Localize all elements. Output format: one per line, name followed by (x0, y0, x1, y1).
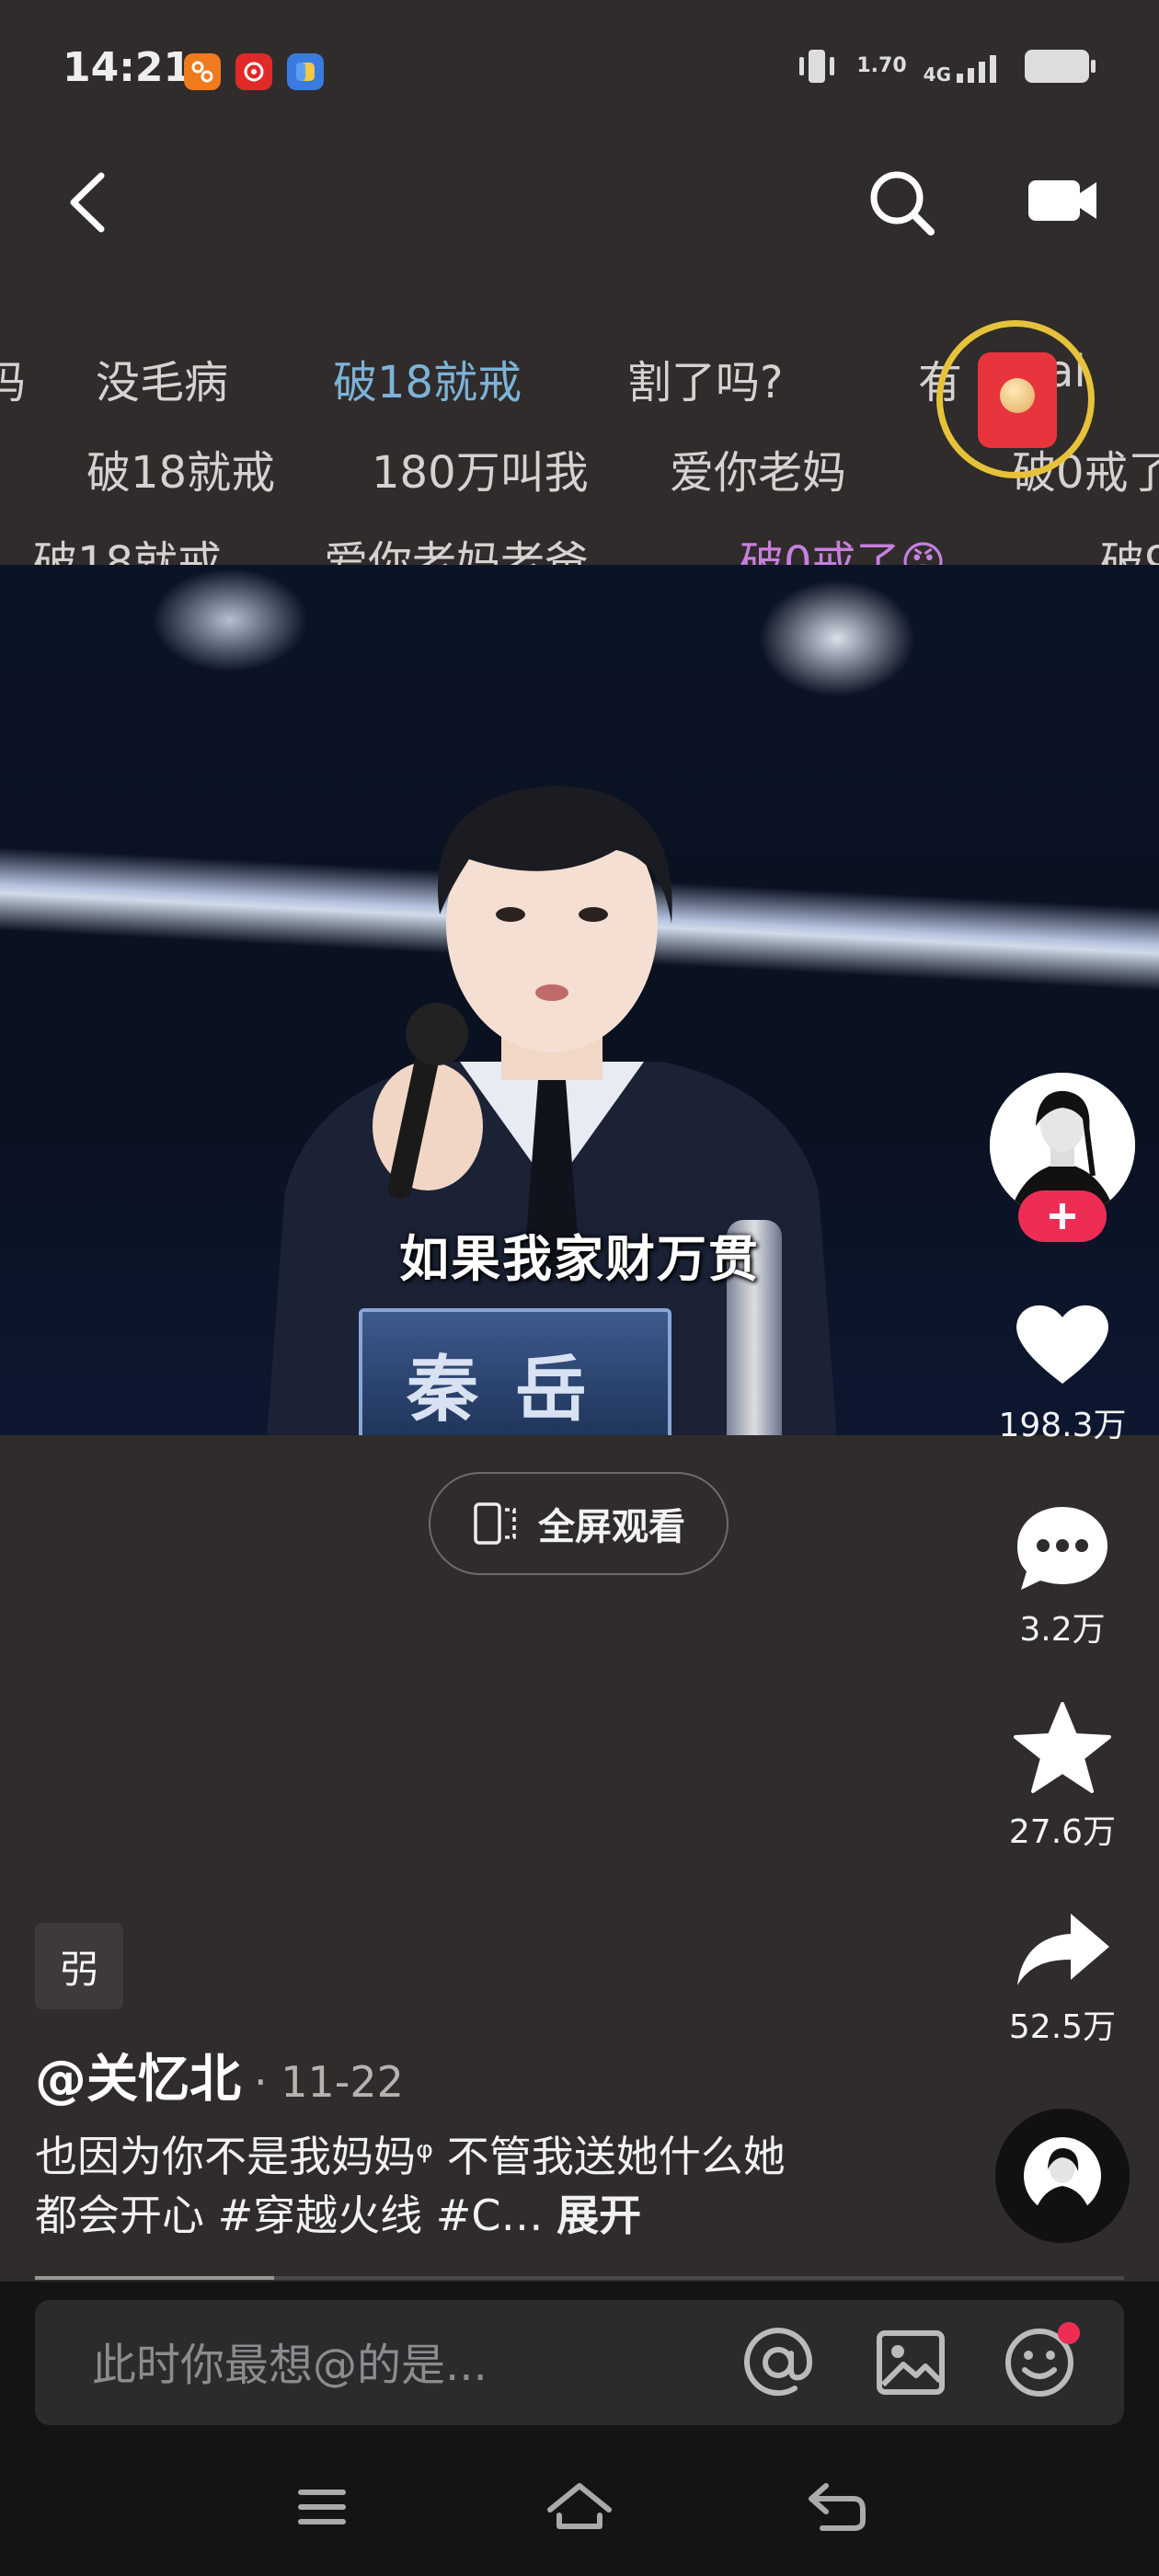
vibrate-icon (799, 50, 835, 83)
signal-icon: 4G (924, 48, 1006, 85)
video-progress-fill (35, 2276, 274, 2280)
mention-button[interactable] (741, 2326, 815, 2399)
comment-input[interactable] (90, 2337, 683, 2394)
plus-icon (1050, 1203, 1075, 1229)
video-player[interactable]: 秦岳 如果我家财万贯 (0, 565, 1159, 1435)
music-disc-button[interactable] (995, 2109, 1130, 2243)
author-name[interactable]: @关忆北 (35, 2038, 241, 2112)
favorite-button[interactable]: 27.6万 (993, 1700, 1131, 1853)
orange-app-icon (184, 53, 221, 90)
danmaku-item: 没毛病 (96, 357, 229, 408)
search-icon (870, 171, 935, 236)
expand-link[interactable]: 展开 (557, 2191, 641, 2240)
danmaku-item: 爱你老妈 (670, 447, 847, 499)
image-button[interactable] (874, 2326, 947, 2399)
danmaku-item-highlight: 破18就戒 (333, 357, 522, 408)
home-icon (547, 2483, 612, 2529)
danmaku-item: 割了吗? (627, 357, 784, 408)
fullscreen-button[interactable]: 全屏观看 (429, 1472, 729, 1575)
comment-button[interactable]: 3.2万 (993, 1501, 1131, 1650)
comment-count: 3.2万 (1019, 1611, 1106, 1649)
danmaku-item: 180万叫我 (372, 447, 589, 499)
like-count: 198.3万 (998, 1407, 1127, 1444)
back-nav-button[interactable] (800, 2475, 874, 2539)
status-time: 14:21 (63, 44, 192, 91)
network-type: 4G (923, 63, 951, 86)
battery-icon (1025, 50, 1096, 83)
at-sign-icon (744, 2328, 813, 2397)
red-packet-icon (978, 352, 1057, 448)
red-packet-button[interactable] (936, 320, 1095, 478)
video-subtitle: 如果我家财万贯 (399, 1230, 760, 1288)
name-plate: 秦岳 (359, 1308, 671, 1435)
menu-nav-button[interactable] (285, 2475, 359, 2539)
danmaku-item: 吗 (0, 357, 27, 408)
status-indicators: 1.70 4G (794, 46, 1096, 86)
back-arrow-icon (70, 172, 105, 233)
fullscreen-label: 全屏观看 (538, 1506, 685, 1548)
caption-text: 也因为你不是我妈妈ᵠ 不管我送她什么她都会开心 #穿越火线 #C… (35, 2132, 786, 2240)
image-icon (877, 2330, 945, 2395)
camera-button[interactable] (1023, 175, 1100, 226)
menu-icon (298, 2490, 346, 2524)
home-nav-button[interactable] (543, 2475, 616, 2539)
blue-app-icon (287, 53, 324, 90)
post-caption: 也因为你不是我妈妈ᵠ 不管我送她什么她都会开心 #穿越火线 #C… 展开 (35, 2127, 798, 2245)
back-button[interactable] (64, 166, 120, 239)
red-music-app-icon (235, 53, 272, 90)
net-speed: 1.70 (856, 56, 906, 76)
danmaku-item: 破18就戒 (86, 447, 276, 499)
favorite-count: 27.6万 (1008, 1813, 1117, 1851)
return-icon (809, 2483, 866, 2531)
net-speed-value: 1.70 (856, 54, 907, 77)
follow-button[interactable] (1018, 1190, 1107, 1242)
name-plate-text: 秦岳 (406, 1349, 624, 1432)
camera-icon (1028, 180, 1096, 221)
rotate-screen-icon (474, 1502, 516, 1545)
share-button[interactable]: 52.5万 (993, 1908, 1131, 2048)
like-button[interactable]: 198.3万 (993, 1297, 1131, 1446)
star-icon (1014, 1702, 1111, 1793)
post-date: · 11-22 (254, 2057, 404, 2107)
comment-bubble-icon (1017, 1507, 1107, 1590)
share-arrow-icon (1017, 1914, 1109, 1985)
music-disc-icon (1024, 2137, 1101, 2215)
tag-chip[interactable]: 弜 (35, 1923, 123, 2009)
search-button[interactable] (865, 166, 938, 239)
heart-icon (1016, 1305, 1108, 1384)
author-line: @关忆北 · 11-22 (35, 2038, 404, 2112)
notification-dot (1058, 2322, 1080, 2344)
share-count: 52.5万 (1008, 2008, 1117, 2046)
